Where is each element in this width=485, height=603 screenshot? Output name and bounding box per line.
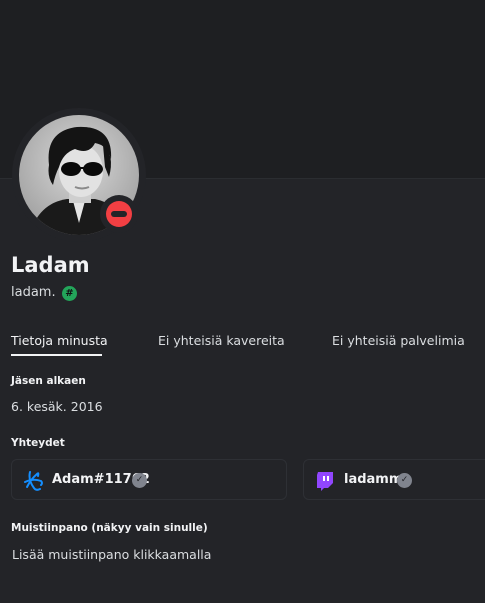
do-not-disturb-status-icon — [106, 201, 132, 227]
display-name: Ladam — [11, 253, 90, 277]
note-heading: Muistiinpano (näkyy vain sinulle) — [11, 522, 208, 534]
note-input[interactable]: Lisää muistiinpano klikkaamalla — [12, 547, 211, 562]
member-since-date: 6. kesäk. 2016 — [11, 399, 103, 414]
member-since-heading: Jäsen alkaen — [11, 375, 86, 387]
active-tab-indicator — [11, 354, 102, 356]
tab-mutual-servers[interactable]: Ei yhteisiä palvelimia — [332, 333, 465, 348]
connections-heading: Yhteydet — [11, 437, 65, 449]
tab-about-me[interactable]: Tietoja minusta — [11, 333, 108, 348]
connection-name: ladamm — [344, 472, 403, 487]
connection-twitch[interactable]: ladamm ✓ — [303, 459, 485, 500]
profile-tabs: Tietoja minusta Ei yhteisiä kavereita Ei… — [0, 326, 485, 356]
hash-badge-icon[interactable]: # — [62, 286, 77, 301]
connection-battlenet[interactable]: Adam#11762 ✓ — [11, 459, 287, 500]
verified-icon: ✓ — [397, 473, 412, 488]
twitch-icon — [314, 470, 336, 492]
verified-icon: ✓ — [132, 473, 147, 488]
battlenet-icon — [22, 470, 44, 492]
tab-mutual-friends[interactable]: Ei yhteisiä kavereita — [158, 333, 285, 348]
username[interactable]: ladam. — [11, 285, 56, 300]
